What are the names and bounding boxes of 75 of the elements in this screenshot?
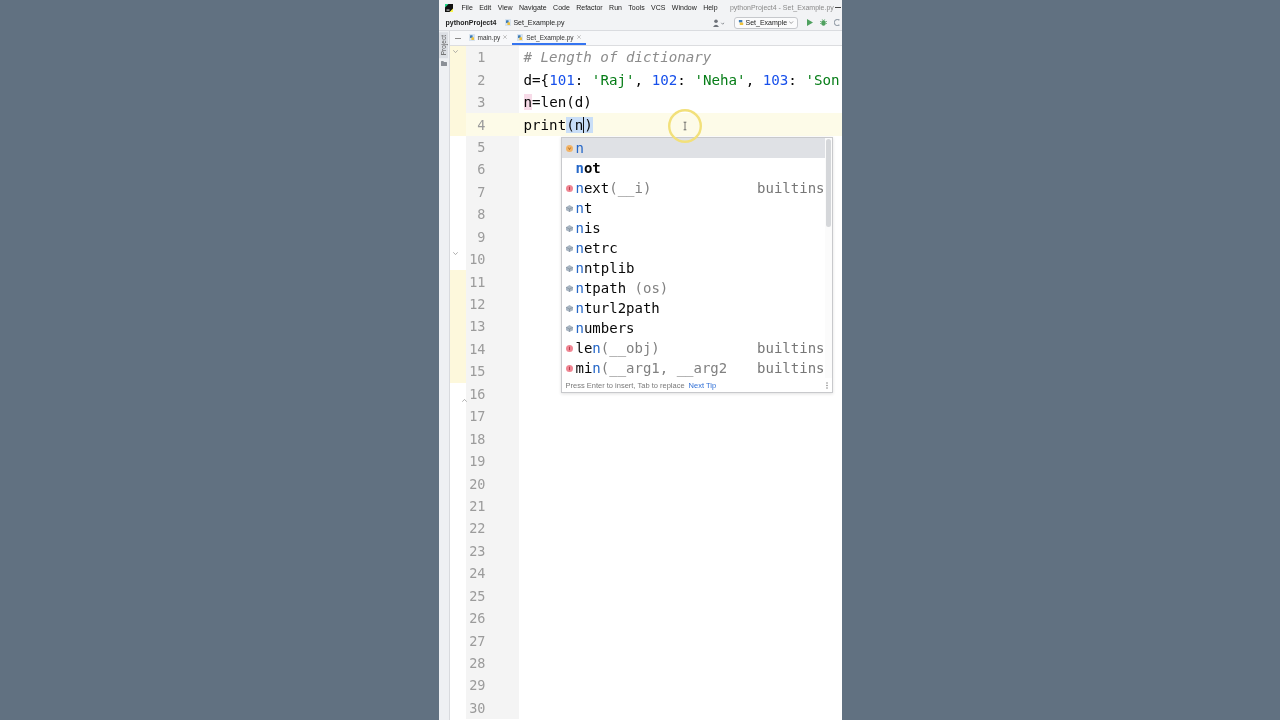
chevron-down-icon[interactable] bbox=[452, 251, 458, 255]
close-icon[interactable] bbox=[503, 35, 508, 39]
line-number: 9 bbox=[465, 225, 519, 248]
code-text: d={101: 'Raj', 102: 'Neha', 103: 'Son bbox=[523, 71, 840, 88]
line-number: 5 bbox=[465, 135, 519, 159]
line-number: 4 bbox=[465, 113, 519, 136]
completion-item[interactable]: nis bbox=[561, 218, 825, 238]
chevron-down-icon bbox=[789, 21, 794, 24]
line-number: 13 bbox=[465, 315, 519, 338]
circle-icon bbox=[565, 144, 573, 152]
line-number: 21 bbox=[465, 494, 519, 518]
file-icon bbox=[505, 19, 512, 26]
logo-icon bbox=[737, 19, 744, 26]
line-number: 20 bbox=[465, 472, 519, 495]
arc-icon[interactable] bbox=[833, 19, 840, 26]
circle-icon bbox=[565, 344, 573, 352]
line-number: 10 bbox=[465, 247, 519, 271]
folder-icon[interactable] bbox=[440, 61, 447, 67]
package-icon bbox=[565, 304, 573, 312]
completion-item[interactable]: len(__obj) builtins bbox=[561, 338, 825, 358]
completion-item[interactable]: nntplib bbox=[561, 258, 825, 278]
minimize-icon[interactable] bbox=[834, 7, 841, 8]
completion-item[interactable]: not bbox=[561, 158, 825, 178]
close-icon[interactable] bbox=[576, 35, 581, 39]
file-icon bbox=[517, 33, 524, 41]
line-number: 19 bbox=[465, 449, 519, 473]
line-number: 7 bbox=[465, 180, 519, 204]
line-number: 29 bbox=[465, 674, 519, 697]
run-icon[interactable] bbox=[806, 19, 813, 26]
completion-item[interactable]: next(__i) builtins bbox=[561, 178, 825, 198]
more-icon[interactable] bbox=[825, 381, 828, 389]
completion-item[interactable]: numbers bbox=[561, 318, 825, 338]
circle-icon bbox=[565, 184, 573, 192]
line-number: 26 bbox=[465, 606, 519, 630]
scrollbar-thumb[interactable] bbox=[825, 139, 831, 227]
completion-item[interactable]: min(__arg1, __arg2 builtins bbox=[561, 358, 825, 378]
completion-item[interactable]: nt bbox=[561, 198, 825, 218]
package-icon bbox=[565, 244, 573, 252]
line-number: 22 bbox=[465, 517, 519, 540]
chevron-up-icon[interactable] bbox=[461, 398, 467, 402]
line-number: 8 bbox=[465, 203, 519, 226]
package-icon bbox=[565, 204, 573, 212]
line-number: 6 bbox=[465, 158, 519, 181]
completion-item[interactable]: netrc bbox=[561, 238, 825, 258]
app-logo-icon bbox=[444, 3, 453, 12]
code-text: print(n) bbox=[523, 116, 593, 133]
package-icon bbox=[565, 264, 573, 272]
line-number: 16 bbox=[465, 382, 519, 405]
chevron-down-icon[interactable] bbox=[452, 50, 458, 53]
minus-icon[interactable] bbox=[454, 37, 461, 39]
line-number: 15 bbox=[465, 360, 519, 383]
line-number: 28 bbox=[465, 651, 519, 675]
bug-icon[interactable] bbox=[819, 19, 827, 26]
circle-icon bbox=[565, 364, 573, 372]
line-number: 25 bbox=[465, 584, 519, 607]
line-number: 17 bbox=[465, 405, 519, 428]
line-number: 18 bbox=[465, 427, 519, 450]
line-number: 2 bbox=[465, 68, 519, 91]
completion-item[interactable]: n bbox=[561, 138, 825, 158]
package-icon bbox=[565, 284, 573, 292]
line-number: 23 bbox=[465, 539, 519, 563]
code-text: n=len(d) bbox=[523, 94, 592, 111]
user-dropdown-icon[interactable] bbox=[712, 18, 725, 27]
line-number: 30 bbox=[465, 696, 519, 720]
line-number: 1 bbox=[465, 46, 519, 69]
file-icon bbox=[468, 33, 475, 41]
line-number: 24 bbox=[465, 562, 519, 585]
code-text: # Length of dictionary bbox=[523, 49, 712, 66]
package-icon bbox=[565, 224, 573, 232]
pointer-highlight-icon bbox=[667, 109, 702, 143]
line-number: 11 bbox=[465, 270, 519, 293]
package-icon bbox=[565, 324, 573, 332]
completion-item[interactable]: nturl2path bbox=[561, 298, 825, 318]
completion-item[interactable]: ntpath (os) bbox=[561, 278, 825, 298]
line-number: 27 bbox=[465, 629, 519, 652]
